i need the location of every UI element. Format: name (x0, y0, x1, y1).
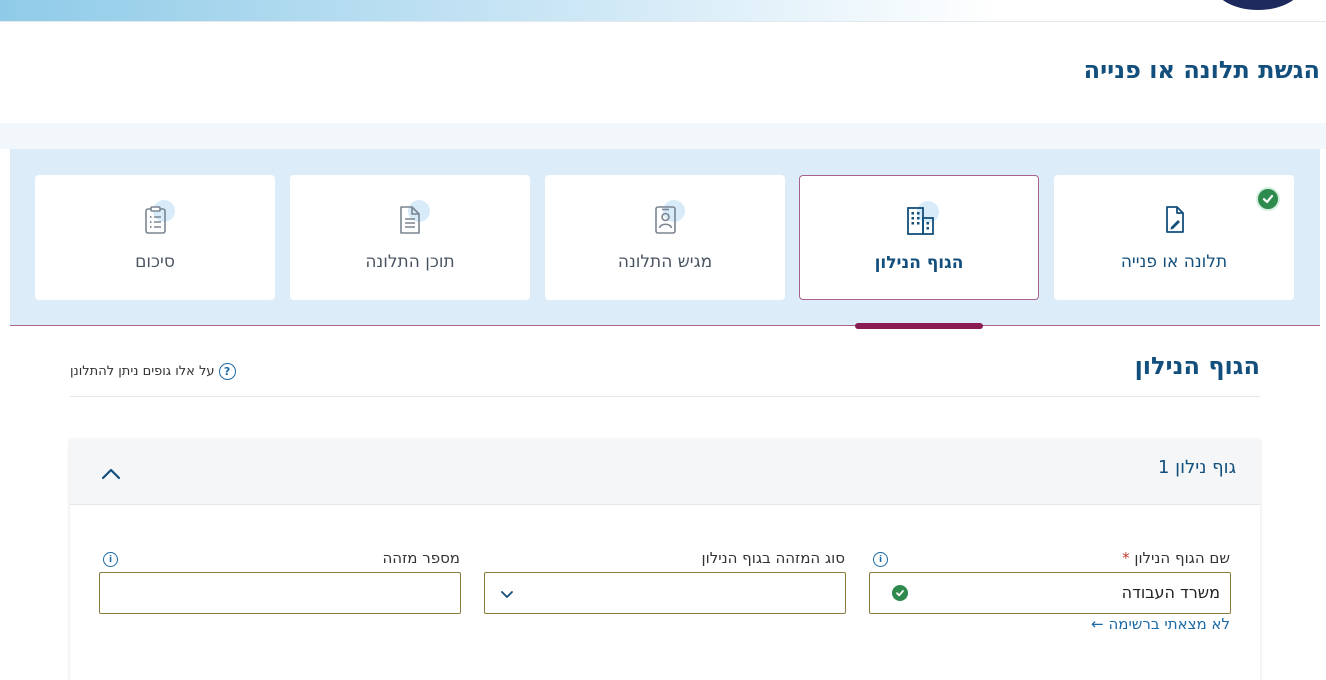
respondent-body-panel: גוף נילון 1 (70, 439, 1260, 680)
divider (70, 396, 1260, 397)
clipboard-list-icon (139, 200, 175, 235)
required-mark: * (1122, 549, 1130, 567)
id-type-label: סוג המזהה בגוף הנילון (701, 549, 845, 567)
document-edit-icon (1158, 203, 1190, 235)
document-lines-icon (394, 200, 430, 235)
panel-title: גוף נילון 1 (1157, 457, 1236, 478)
top-banner (0, 0, 1326, 22)
which-bodies-help-link[interactable]: ? על אלו גופים ניתן להתלונן (70, 363, 236, 380)
check-circle-icon (892, 585, 908, 601)
help-link-text: על אלו גופים ניתן להתלונן (70, 364, 215, 379)
body-name-value: משרד העבודה (1121, 583, 1220, 602)
body-name-field[interactable]: משרד העבודה (869, 572, 1231, 614)
question-circle-icon: ? (218, 363, 236, 380)
chevron-down-icon (499, 586, 515, 606)
body-name-label: שם הגוף הנילון * (1122, 549, 1230, 567)
id-number-label: מספר מזהה (382, 549, 460, 567)
page-title: הגשת תלונה או פנייה (1083, 56, 1320, 84)
panel-header[interactable]: גוף נילון 1 (70, 439, 1260, 505)
step-summary[interactable]: סיכום (35, 175, 275, 300)
not-found-in-list-link[interactable]: לא מצאתי ברשימה ← (1091, 615, 1230, 633)
info-icon[interactable]: i (103, 552, 118, 567)
step-label: סיכום (135, 252, 175, 272)
section-title: הגוף הנילון (1134, 352, 1260, 380)
step-complaint-or-request[interactable]: תלונה או פנייה (1054, 175, 1294, 300)
check-icon (1256, 187, 1280, 211)
step-label: תוכן התלונה (365, 252, 455, 272)
step-complaint-content[interactable]: תוכן התלונה (290, 175, 530, 300)
id-badge-icon (649, 200, 685, 235)
active-step-indicator (855, 323, 983, 329)
body-name-label-text: שם הגוף הנילון (1134, 549, 1230, 567)
step-respondent-body[interactable]: הגוף הנילון (799, 175, 1039, 300)
building-icon (903, 201, 939, 236)
id-number-field[interactable] (99, 572, 461, 614)
step-label: מגיש התלונה (617, 252, 713, 272)
info-icon[interactable]: i (873, 552, 888, 567)
id-type-select[interactable] (484, 572, 846, 614)
chevron-up-icon[interactable] (100, 463, 122, 485)
step-label: הגוף הנילון (874, 253, 964, 273)
step-complainant[interactable]: מגיש התלונה (545, 175, 785, 300)
step-label: תלונה או פנייה (1120, 252, 1228, 272)
